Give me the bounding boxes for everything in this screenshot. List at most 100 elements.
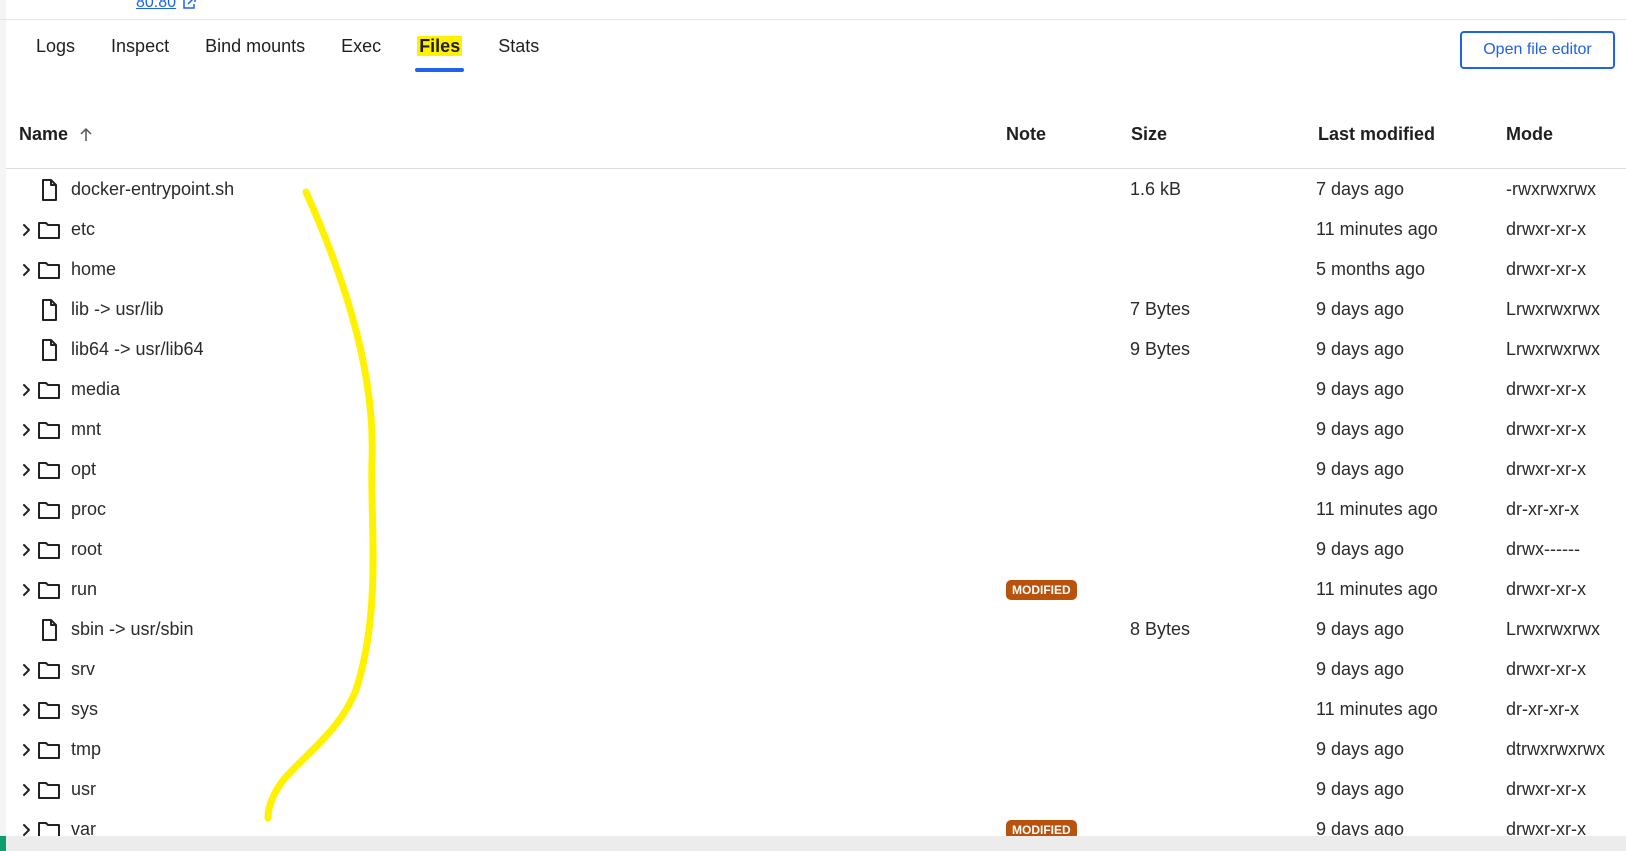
column-header-mode[interactable]: Mode (1506, 124, 1553, 145)
file-name[interactable]: run (71, 579, 97, 600)
tab-inspect[interactable]: Inspect (93, 28, 187, 72)
file-name[interactable]: etc (71, 219, 95, 240)
file-name[interactable]: mnt (71, 419, 101, 440)
chevron-right-icon[interactable] (20, 380, 34, 400)
external-link-icon (183, 0, 196, 9)
file-size: 8 Bytes (1130, 619, 1191, 639)
last-modified: 11 minutes ago (1316, 219, 1438, 239)
table-row[interactable]: tmp 9 days ago dtrwxrwxrwx (6, 730, 1626, 770)
last-modified: 9 days ago (1316, 619, 1405, 639)
file-name[interactable]: proc (71, 499, 106, 520)
file-list: docker-entrypoint.sh 1.6 kB 7 days ago -rwx… (6, 170, 1626, 850)
file-name[interactable]: home (71, 259, 116, 280)
chevron-right-icon[interactable] (20, 220, 34, 240)
folder-icon (37, 218, 61, 242)
column-header-last-modified[interactable]: Last modified (1318, 124, 1435, 145)
folder-icon (37, 538, 61, 562)
folder-icon (37, 498, 61, 522)
file-icon (37, 178, 61, 202)
tab-exec[interactable]: Exec (323, 28, 399, 72)
column-header-name[interactable]: Name (19, 124, 94, 145)
chevron-right-icon[interactable] (20, 260, 34, 280)
file-mode: dtrwxrwxrwx (1506, 739, 1605, 759)
file-name[interactable]: media (71, 379, 120, 400)
file-name[interactable]: sbin -> usr/sbin (71, 619, 194, 640)
last-modified: 9 days ago (1316, 339, 1405, 359)
folder-icon (37, 738, 61, 762)
chevron-right-icon[interactable] (20, 460, 34, 480)
last-modified: 9 days ago (1316, 379, 1405, 399)
file-mode: -rwxrwxrwx (1506, 179, 1596, 199)
last-modified: 5 months ago (1316, 259, 1426, 279)
file-mode: drwxr-xr-x (1506, 659, 1586, 679)
file-mode: drwxr-xr-x (1506, 459, 1586, 479)
table-row[interactable]: opt 9 days ago drwxr-xr-x (6, 450, 1626, 490)
folder-icon (37, 378, 61, 402)
chevron-right-icon[interactable] (20, 740, 34, 760)
file-name[interactable]: docker-entrypoint.sh (71, 179, 234, 200)
file-name[interactable]: usr (71, 779, 96, 800)
table-row[interactable]: home 5 months ago drwxr-xr-x (6, 250, 1626, 290)
file-mode: drwxr-xr-x (1506, 579, 1586, 599)
folder-icon (37, 258, 61, 282)
file-size: 9 Bytes (1130, 339, 1191, 359)
file-name[interactable]: root (71, 539, 102, 560)
table-row[interactable]: sbin -> usr/sbin 8 Bytes 9 days ago Lrwxrwx… (6, 610, 1626, 650)
file-icon (37, 338, 61, 362)
chevron-right-icon[interactable] (20, 540, 34, 560)
table-row[interactable]: lib64 -> usr/lib64 9 Bytes 9 days ago Lrwxr… (6, 330, 1626, 370)
last-modified: 9 days ago (1316, 419, 1405, 439)
file-name[interactable]: opt (71, 459, 96, 480)
table-row[interactable]: sys 11 minutes ago dr-xr-xr-x (6, 690, 1626, 730)
chevron-right-icon[interactable] (20, 500, 34, 520)
file-mode: Lrwxrwxrwx (1506, 299, 1600, 319)
table-row[interactable]: mnt 9 days ago drwxr-xr-x (6, 410, 1626, 450)
last-modified: 11 minutes ago (1316, 499, 1438, 519)
sort-ascending-icon (80, 127, 92, 141)
column-header-note[interactable]: Note (1006, 124, 1046, 145)
file-name[interactable]: tmp (71, 739, 101, 760)
table-row[interactable]: media 9 days ago drwxr-xr-x (6, 370, 1626, 410)
table-row[interactable]: root 9 days ago drwx------ (6, 530, 1626, 570)
tab-files[interactable]: Files (399, 28, 480, 72)
tab-bind-mounts[interactable]: Bind mounts (187, 28, 323, 72)
open-file-editor-button[interactable]: Open file editor (1460, 31, 1615, 69)
file-name[interactable]: sys (71, 699, 98, 720)
status-bar (0, 836, 1626, 851)
file-mode: drwx------ (1506, 539, 1580, 559)
file-name[interactable]: lib -> usr/lib (71, 299, 164, 320)
table-row[interactable]: run MODIFIED 11 minutes ago drwxr-xr-x (6, 570, 1626, 610)
file-size: 7 Bytes (1130, 299, 1191, 319)
table-row[interactable]: srv 9 days ago drwxr-xr-x (6, 650, 1626, 690)
file-mode: Lrwxrwxrwx (1506, 339, 1600, 359)
folder-icon (37, 778, 61, 802)
chevron-right-icon[interactable] (20, 780, 34, 800)
port-link-label[interactable]: 80:80 (136, 0, 176, 12)
tab-stats[interactable]: Stats (480, 28, 557, 72)
table-row[interactable]: proc 11 minutes ago dr-xr-xr-x (6, 490, 1626, 530)
chevron-right-icon[interactable] (20, 580, 34, 600)
folder-icon (37, 418, 61, 442)
file-size: 1.6 kB (1130, 179, 1182, 199)
last-modified: 9 days ago (1316, 659, 1405, 679)
file-name[interactable]: lib64 -> usr/lib64 (71, 339, 204, 360)
file-name[interactable]: srv (71, 659, 95, 680)
column-header-size[interactable]: Size (1131, 124, 1167, 145)
tab-logs[interactable]: Logs (18, 28, 93, 72)
modified-badge: MODIFIED (1006, 580, 1077, 600)
chevron-right-icon[interactable] (20, 420, 34, 440)
chevron-right-icon[interactable] (20, 700, 34, 720)
chevron-right-icon[interactable] (20, 660, 34, 680)
table-row[interactable]: etc 11 minutes ago drwxr-xr-x (6, 210, 1626, 250)
table-row[interactable]: usr 9 days ago drwxr-xr-x (6, 770, 1626, 810)
tab-bar: Logs Inspect Bind mounts Exec Files Stat… (18, 28, 557, 72)
port-link[interactable]: 80:80 (136, 0, 196, 12)
folder-icon (37, 458, 61, 482)
table-row[interactable]: lib -> usr/lib 7 Bytes 9 days ago Lrwxrwxrw… (6, 290, 1626, 330)
last-modified: 9 days ago (1316, 299, 1405, 319)
table-row[interactable]: docker-entrypoint.sh 1.6 kB 7 days ago -rwx… (6, 170, 1626, 210)
folder-icon (37, 658, 61, 682)
file-icon (37, 618, 61, 642)
file-mode: Lrwxrwxrwx (1506, 619, 1600, 639)
last-modified: 9 days ago (1316, 539, 1405, 559)
